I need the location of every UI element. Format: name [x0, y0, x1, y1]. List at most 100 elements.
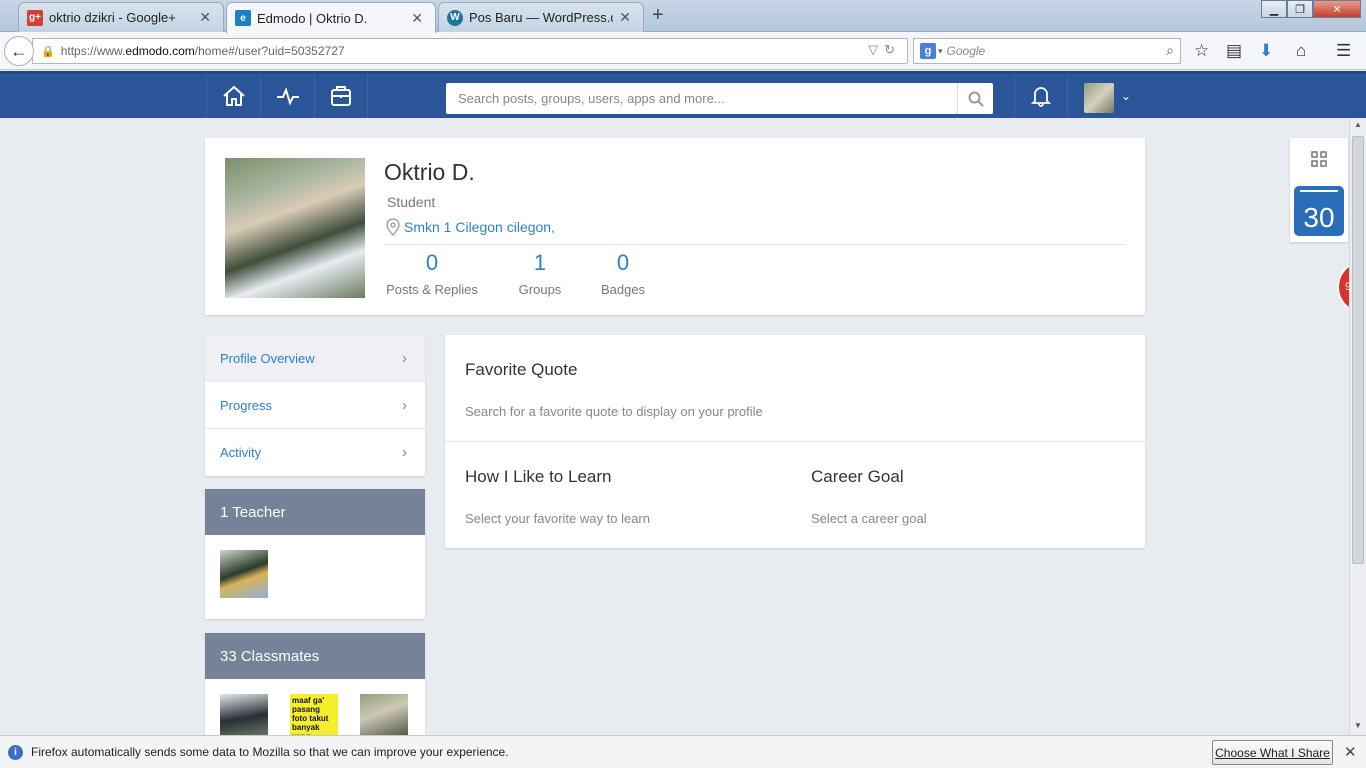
- calendar-day: 30: [1303, 202, 1335, 233]
- close-window-button[interactable]: ✕: [1313, 0, 1361, 18]
- search-placeholder: Search posts, groups, users, apps and mo…: [458, 91, 725, 106]
- gplus-icon: g+: [27, 9, 43, 26]
- calendar-button[interactable]: 30: [1294, 186, 1344, 236]
- minimize-button[interactable]: ▁: [1261, 0, 1287, 18]
- profile-side-nav: Profile Overview › Progress › Activity ›: [205, 335, 425, 476]
- notifications-button[interactable]: [1014, 74, 1068, 118]
- bookmarks-menu-icon[interactable]: ▤: [1226, 41, 1242, 61]
- search-placeholder: Google: [946, 44, 986, 58]
- tab-title: Pos Baru — WordPress.com: [469, 10, 613, 25]
- browser-tab-bar: g+ oktrio dzikri - Google+ ✕ e Edmodo | …: [0, 0, 1366, 33]
- chevron-down-icon[interactable]: ⌄: [1121, 89, 1131, 103]
- teachers-heading: 1 Teacher: [205, 489, 425, 535]
- close-icon[interactable]: ✕: [1344, 743, 1357, 761]
- google-icon: g: [920, 43, 936, 59]
- career-goal-link[interactable]: Select a career goal: [811, 511, 927, 526]
- home-icon: [222, 85, 245, 106]
- classmates-card: 33 Classmates maaf ga' pasang foto takut…: [205, 633, 425, 743]
- nav-profile-overview[interactable]: Profile Overview ›: [205, 335, 425, 382]
- apps-grid-icon[interactable]: [1311, 151, 1327, 167]
- url-domain: edmodo.com: [125, 44, 195, 58]
- close-tab-icon[interactable]: ✕: [411, 10, 423, 27]
- download-icon[interactable]: ⬇: [1259, 41, 1273, 61]
- bell-icon: [1031, 87, 1051, 107]
- nav-activity[interactable]: Activity ›: [205, 429, 425, 476]
- back-button[interactable]: ←: [4, 36, 34, 66]
- menu-icon[interactable]: ☰: [1336, 41, 1351, 61]
- teacher-avatar[interactable]: [220, 550, 268, 598]
- info-icon: i: [8, 744, 23, 760]
- maximize-button[interactable]: ❐: [1287, 0, 1313, 18]
- career-goal-heading: Career Goal: [811, 467, 904, 486]
- close-tab-icon[interactable]: ✕: [619, 9, 631, 26]
- backpack-nav-button[interactable]: [314, 74, 368, 118]
- school-name: Smkn 1 Cilegon cilegon,: [404, 219, 555, 235]
- choose-what-i-share-button[interactable]: Choose What I Share: [1212, 740, 1333, 765]
- chevron-right-icon: ›: [402, 396, 407, 414]
- edmodo-icon: e: [235, 10, 251, 26]
- nav-label: Progress: [220, 397, 273, 413]
- url-bar[interactable]: 🔒 https://www. edmodo.com/home#/user?uid=…: [32, 38, 908, 64]
- nav-progress[interactable]: Progress ›: [205, 382, 425, 429]
- browser-nav-bar: 🔒 https://www. edmodo.com/home#/user?uid=…: [0, 32, 1366, 70]
- reload-icon[interactable]: ▽↻: [868, 42, 901, 58]
- calendar-icon: [1300, 190, 1338, 193]
- firefox-data-notification: i Firefox automatically sends some data …: [0, 735, 1366, 768]
- notification-text: Firefox automatically sends some data to…: [31, 745, 509, 759]
- stat-value: 0: [616, 250, 630, 275]
- tab-edmodo[interactable]: e Edmodo | Oktrio D. ✕: [226, 2, 436, 33]
- profile-school-link[interactable]: Smkn 1 Cilegon cilegon,: [386, 218, 555, 236]
- stat-posts[interactable]: 0 Posts & Replies: [385, 250, 479, 297]
- stat-groups[interactable]: 1 Groups: [513, 250, 567, 297]
- chevron-right-icon: ›: [402, 349, 407, 367]
- scroll-down-icon[interactable]: ▼: [1354, 721, 1362, 730]
- location-pin-icon: [386, 218, 400, 236]
- home-icon[interactable]: ⌂: [1296, 41, 1306, 61]
- url-path: /home#/user?uid=50352727: [194, 44, 345, 58]
- right-tools-panel: 30: [1290, 138, 1348, 242]
- profile-role: Student: [387, 194, 436, 210]
- favorite-quote-heading: Favorite Quote: [465, 360, 578, 379]
- stat-value: 1: [533, 250, 547, 275]
- tab-wordpress[interactable]: W Pos Baru — WordPress.com ✕: [438, 2, 644, 32]
- stat-label: Posts & Replies: [386, 282, 478, 297]
- tab-google-plus[interactable]: g+ oktrio dzikri - Google+ ✕: [18, 2, 224, 32]
- learning-style-link[interactable]: Select your favorite way to learn: [465, 511, 650, 526]
- wordpress-icon: W: [447, 9, 463, 26]
- new-tab-button[interactable]: +: [652, 4, 664, 27]
- scroll-up-icon[interactable]: ▲: [1354, 120, 1362, 129]
- search-icon[interactable]: ⌕: [1166, 42, 1174, 59]
- stat-value: 0: [425, 250, 439, 275]
- stat-label: Groups: [518, 282, 562, 297]
- stat-badges[interactable]: 0 Badges: [597, 250, 649, 297]
- close-tab-icon[interactable]: ✕: [199, 9, 211, 26]
- nav-label: Activity: [220, 445, 262, 460]
- home-nav-button[interactable]: [206, 74, 260, 118]
- stat-label: Badges: [600, 282, 646, 297]
- divider: [445, 441, 1145, 442]
- header-search-input[interactable]: Search posts, groups, users, apps and mo…: [446, 83, 993, 114]
- divider: [385, 244, 1125, 245]
- search-icon[interactable]: [957, 83, 993, 114]
- profile-card: Oktrio D. Student Smkn 1 Cilegon cilegon…: [205, 138, 1145, 315]
- favorite-quote-link[interactable]: Search for a favorite quote to display o…: [465, 404, 763, 419]
- tab-title: Edmodo | Oktrio D.: [257, 10, 368, 26]
- activity-pulse-icon: [276, 87, 299, 106]
- bookmark-star-icon[interactable]: ☆: [1194, 41, 1209, 61]
- classmates-heading: 33 Classmates: [205, 633, 425, 679]
- activity-nav-button[interactable]: [260, 74, 314, 118]
- page-scrollbar[interactable]: ▲ ▼: [1349, 118, 1366, 735]
- user-avatar[interactable]: [1084, 83, 1114, 113]
- profile-name: Oktrio D.: [384, 159, 475, 185]
- url-prefix: https://www.: [60, 44, 126, 58]
- chevron-right-icon: ›: [402, 444, 407, 461]
- edmodo-header: Search posts, groups, users, apps and mo…: [0, 71, 1366, 118]
- backpack-icon: [331, 86, 351, 106]
- scrollbar-thumb[interactable]: [1352, 136, 1364, 564]
- profile-details-card: Favorite Quote Search for a favorite quo…: [445, 335, 1145, 548]
- lock-icon: 🔒: [41, 45, 55, 58]
- chevron-down-icon: ▾: [938, 45, 943, 56]
- teachers-card: 1 Teacher: [205, 489, 425, 619]
- learning-style-heading: How I Like to Learn: [465, 467, 612, 486]
- browser-search-input[interactable]: g ▾ Google ⌕: [913, 38, 1181, 64]
